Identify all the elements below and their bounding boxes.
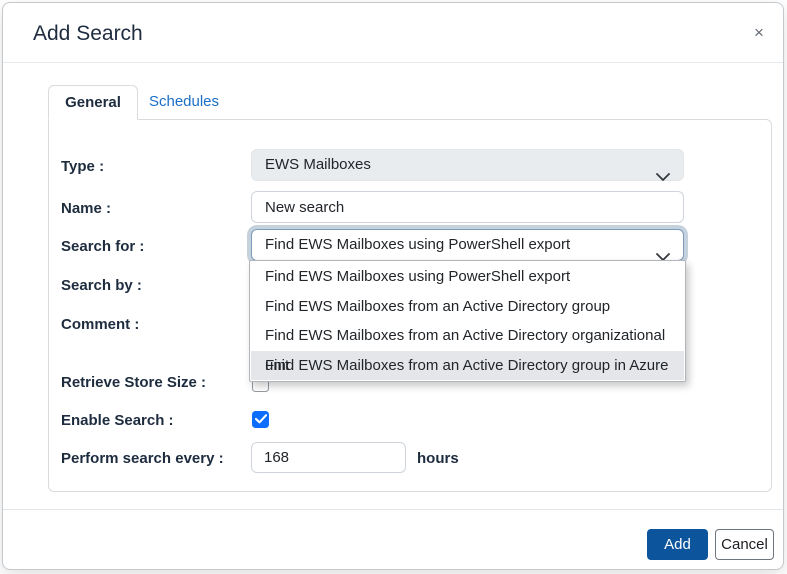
dropdown-option[interactable]: Find EWS Mailboxes using PowerShell expo… xyxy=(251,262,684,292)
search-for-label: Search for : xyxy=(61,237,144,257)
search-for-select[interactable]: Find EWS Mailboxes using PowerShell expo… xyxy=(251,229,684,261)
screen: Add Search × General Schedules Type : Na… xyxy=(0,0,787,574)
add-search-dialog: Add Search × General Schedules Type : Na… xyxy=(2,2,784,570)
search-for-select-value: Find EWS Mailboxes using PowerShell expo… xyxy=(265,236,570,253)
dialog-title: Add Search xyxy=(33,22,143,46)
search-by-label: Search by : xyxy=(61,276,142,296)
add-button[interactable]: Add xyxy=(647,529,708,560)
chevron-down-icon xyxy=(656,162,670,192)
name-input[interactable] xyxy=(251,191,684,223)
hours-unit-label: hours xyxy=(417,449,459,469)
dropdown-option[interactable]: Find EWS Mailboxes from an Active Direct… xyxy=(251,321,684,351)
type-select[interactable]: EWS Mailboxes xyxy=(251,149,684,181)
checkmark-icon xyxy=(255,411,267,429)
tab-general[interactable]: General xyxy=(48,85,138,120)
enable-search-checkbox[interactable] xyxy=(252,411,269,428)
enable-search-label: Enable Search : xyxy=(61,411,174,431)
comment-label: Comment : xyxy=(61,315,139,335)
close-icon[interactable]: × xyxy=(747,21,771,45)
header-divider xyxy=(3,62,783,63)
footer-divider xyxy=(3,509,783,510)
type-label: Type : xyxy=(61,157,104,177)
type-select-value: EWS Mailboxes xyxy=(265,156,371,173)
perform-search-every-label: Perform search every : xyxy=(61,449,224,469)
dropdown-option[interactable]: Find EWS Mailboxes from an Active Direct… xyxy=(251,292,684,322)
tab-schedules[interactable]: Schedules xyxy=(138,85,230,120)
dropdown-option-highlighted[interactable]: Find EWS Mailboxes from an Active Direct… xyxy=(251,351,684,381)
retrieve-store-size-label: Retrieve Store Size : xyxy=(61,373,206,393)
name-label: Name : xyxy=(61,199,111,219)
cancel-button[interactable]: Cancel xyxy=(715,529,774,560)
search-for-dropdown-list: Find EWS Mailboxes using PowerShell expo… xyxy=(249,260,686,382)
perform-search-every-input[interactable] xyxy=(251,442,406,473)
